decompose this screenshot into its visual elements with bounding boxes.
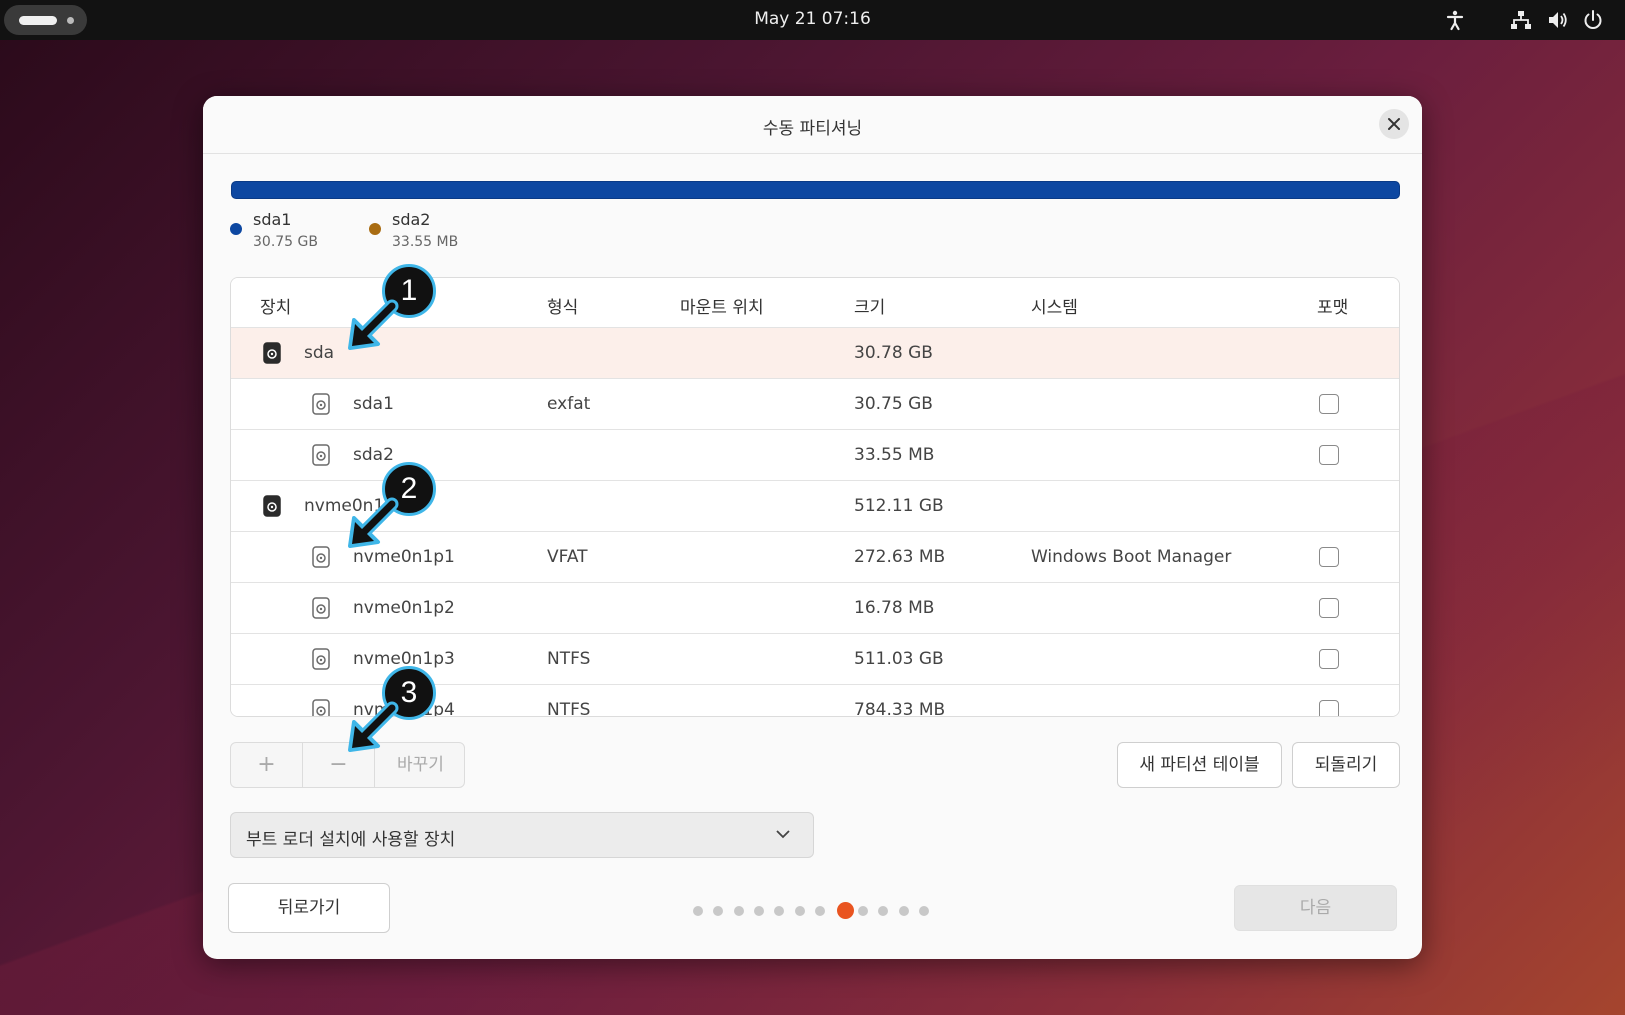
page-indicator xyxy=(693,901,953,921)
page-dot xyxy=(898,906,909,916)
dialog-header: 수동 파티셔닝 xyxy=(203,96,1422,154)
annotation-arrow-icon xyxy=(348,701,399,752)
page-dot xyxy=(774,906,785,916)
format-checkbox[interactable] xyxy=(1319,445,1339,465)
legend-size: 33.55 MB xyxy=(392,234,459,250)
revert-button[interactable]: 되돌리기 xyxy=(1292,742,1400,788)
page-dot xyxy=(693,906,703,916)
cell-format: NTFS xyxy=(547,649,591,669)
top-bar: May 21 07:16 xyxy=(0,0,1625,40)
partition-icon xyxy=(312,597,330,619)
cell-format: NTFS xyxy=(547,700,591,717)
accessibility-icon[interactable] xyxy=(1444,9,1466,31)
page-dot xyxy=(794,906,805,916)
power-icon[interactable] xyxy=(1582,9,1604,31)
format-checkbox[interactable] xyxy=(1319,394,1339,414)
cell-size: 272.63 MB xyxy=(854,547,946,567)
dialog-title: 수동 파티셔닝 xyxy=(762,119,863,139)
cell-size: 512.11 GB xyxy=(854,496,944,516)
drive-icon xyxy=(263,342,281,364)
cell-size: 511.03 GB xyxy=(854,649,944,669)
column-header-mount[interactable]: 마운트 위치 xyxy=(680,293,764,318)
table-row[interactable]: nvme0n1p2 16.78 MB xyxy=(231,583,1399,634)
page-dot-active xyxy=(837,902,855,919)
cell-format: VFAT xyxy=(547,547,588,567)
annotation-arrow-icon xyxy=(348,497,399,548)
column-header-format[interactable]: 형식 xyxy=(547,293,578,318)
partition-icon xyxy=(312,393,330,415)
drive-icon xyxy=(263,495,281,517)
legend-name: sda2 xyxy=(392,210,431,229)
page-dot xyxy=(814,906,825,916)
partition-icon xyxy=(312,444,330,466)
column-header-size[interactable]: 크기 xyxy=(854,293,885,318)
cell-device: sda2 xyxy=(353,445,394,465)
table-row[interactable]: sda1 exfat 30.75 GB xyxy=(231,379,1399,430)
table-row[interactable]: nvme0n1p1 VFAT 272.63 MB Windows Boot Manag… xyxy=(231,532,1399,583)
cell-device: sda1 xyxy=(353,394,394,414)
cell-size: 30.75 GB xyxy=(854,394,933,414)
cell-size: 16.78 MB xyxy=(854,598,935,618)
new-partition-table-button[interactable]: 새 파티션 테이블 xyxy=(1117,742,1282,788)
cell-system: Windows Boot Manager xyxy=(1031,547,1232,567)
dropdown-label: 부트 로더 설치에 사용할 장치 xyxy=(246,830,456,850)
partition-icon xyxy=(312,546,330,568)
format-checkbox[interactable] xyxy=(1319,649,1339,669)
cell-size: 784.33 MB xyxy=(854,700,946,717)
page-dot xyxy=(733,906,744,916)
column-header-device[interactable]: 장치 xyxy=(260,293,291,318)
format-checkbox[interactable] xyxy=(1319,598,1339,618)
partition-icon xyxy=(312,699,330,716)
page-dot xyxy=(858,906,869,916)
format-checkbox[interactable] xyxy=(1319,547,1339,567)
legend-name: sda1 xyxy=(253,210,292,229)
page-dot xyxy=(713,906,724,916)
bootloader-device-dropdown[interactable]: 부트 로더 설치에 사용할 장치 xyxy=(230,812,814,858)
cell-size: 33.55 MB xyxy=(854,445,935,465)
page-dot xyxy=(878,906,889,916)
clock[interactable]: May 21 07:16 xyxy=(0,0,1625,38)
page-dot xyxy=(919,906,929,916)
cell-format: exfat xyxy=(547,394,591,414)
legend-size: 30.75 GB xyxy=(253,234,318,250)
table-row[interactable]: sda 30.78 GB xyxy=(231,328,1399,379)
page-dot xyxy=(753,906,764,916)
cell-device: nvme0n1p2 xyxy=(353,598,455,618)
close-button[interactable] xyxy=(1379,109,1409,139)
cell-device: sda xyxy=(304,343,335,363)
add-partition-button[interactable]: + xyxy=(231,743,303,787)
format-checkbox[interactable] xyxy=(1319,700,1339,716)
partition-icon xyxy=(312,648,330,670)
cell-size: 30.78 GB xyxy=(854,343,933,363)
column-header-format-check[interactable]: 포맷 xyxy=(1317,293,1348,318)
back-button[interactable]: 뒤로가기 xyxy=(228,883,390,933)
network-icon[interactable] xyxy=(1510,9,1532,31)
legend-dot xyxy=(369,223,381,235)
close-icon xyxy=(1388,118,1400,130)
disk-usage-bar xyxy=(231,181,1400,199)
legend-dot xyxy=(230,223,242,235)
chevron-down-icon xyxy=(776,830,790,839)
column-header-system[interactable]: 시스템 xyxy=(1031,293,1078,318)
next-button[interactable]: 다음 xyxy=(1234,885,1397,931)
annotation-arrow-icon xyxy=(348,299,399,350)
volume-icon[interactable] xyxy=(1547,9,1569,31)
